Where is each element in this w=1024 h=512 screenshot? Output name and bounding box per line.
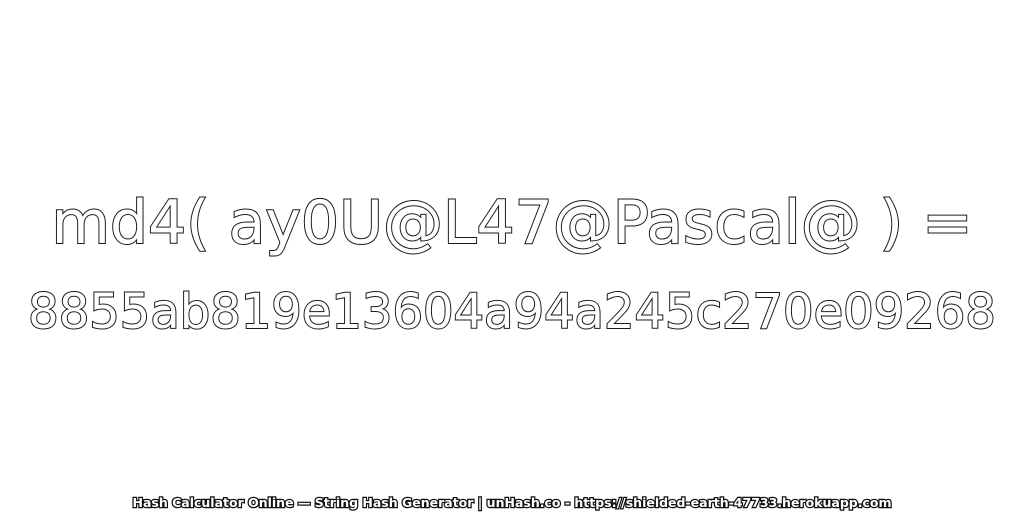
- footer-credit: Hash Calculator Online — String Hash Gen…: [131, 495, 893, 510]
- hash-result: 8855ab819e13604a94a245c270e09268: [27, 284, 997, 340]
- hash-expression: md4( ay0U@L47@Pascal@ ) =: [50, 188, 973, 258]
